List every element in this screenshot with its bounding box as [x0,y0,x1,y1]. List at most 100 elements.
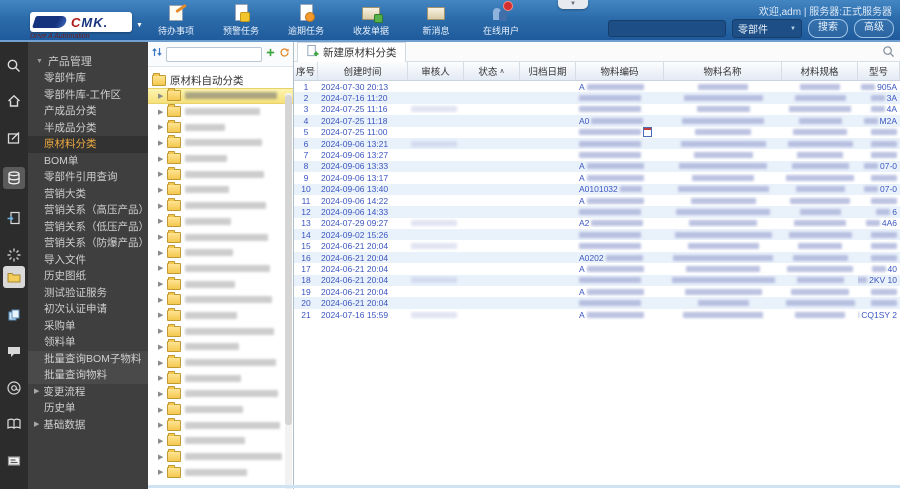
tree-item[interactable]: ▶ [148,307,293,324]
tree-item[interactable]: ▶ [148,182,293,198]
at-icon[interactable] [3,377,25,399]
search-button[interactable]: 搜索 [808,19,848,38]
sidebar-item-领料单[interactable]: 领料单 [28,334,148,351]
tree-item[interactable]: ▶ [148,417,293,433]
toolbar-item[interactable]: 逾期任务 [280,4,332,37]
sidebar-item-导入文件[interactable]: 导入文件 [28,252,148,269]
search-module-icon[interactable] [3,55,25,77]
toolbar-item[interactable]: 在线用户 [475,1,527,37]
tree-item[interactable]: ▶ [148,355,293,371]
table-row[interactable]: 18 2024-06-21 20:04 2KV 10 [294,274,900,287]
column-header-审核人[interactable]: 审核人 [408,62,464,80]
sidebar-item-零部件引用查询[interactable]: 零部件引用查询 [28,169,148,186]
database-icon[interactable] [3,167,25,189]
sidebar-item-批量查询BOM子物料[interactable]: 批量查询BOM子物料 [28,350,148,367]
new-material-category-button[interactable]: 新建原材料分类 [297,41,406,62]
table-row[interactable]: 10 2024-09-06 13:40 A0101032 07-0 [294,183,900,195]
sort-icon[interactable] [151,45,163,63]
table-row[interactable]: 12 2024-09-06 14:33 6 [294,206,900,218]
tree-item[interactable]: ▶ [148,245,293,261]
sidebar-section-product-mgmt[interactable]: ▼ 产品管理 [28,52,148,70]
column-header-物料名称[interactable]: 物料名称 [664,62,782,80]
sidebar-item-营销大类[interactable]: 营销大类 [28,186,148,203]
sidebar-item-零部件库[interactable]: 零部件库 [28,70,148,87]
toolbar-item[interactable]: 收发单据 [345,4,397,37]
tree-item[interactable]: ▶ [148,166,293,182]
sidebar-item-初次认证申请[interactable]: 初次认证申请 [28,301,148,318]
search-category-select[interactable]: 零部件 ▼ [732,19,802,38]
copy-pages-icon[interactable] [3,304,25,326]
grid-search-icon[interactable] [882,45,895,63]
sidebar-item-半成品分类[interactable]: 半成品分类 [28,120,148,137]
sidebar-item-历史单[interactable]: 历史单 [28,400,148,417]
book-icon[interactable] [3,413,25,435]
table-row[interactable]: 7 2024-09-06 13:27 [294,149,900,160]
tree-item[interactable]: ▶ [148,276,293,292]
tree-item[interactable]: ▶ [148,151,293,167]
sidebar-item-采购单[interactable]: 采购单 [28,318,148,335]
table-row[interactable]: 5 2024-07-25 11:00 [294,127,900,138]
sidebar-item-基础数据[interactable]: ▶ 基础数据 [28,417,148,434]
tree-item[interactable]: ▶ [148,135,293,151]
sidebar-item-零部件库-工作区[interactable]: 零部件库-工作区 [28,87,148,104]
tree-scrollbar[interactable]: ▼ [285,93,292,489]
column-header-材料规格[interactable]: 材料规格 [782,62,858,80]
tree-item[interactable]: ▶ [148,229,293,245]
tree-item[interactable]: ▶ [148,464,293,481]
sidebar-item-产成品分类[interactable]: 产成品分类 [28,103,148,120]
home-icon[interactable] [3,90,25,112]
tree-item[interactable]: ▶ [148,370,293,386]
chevron-down-icon[interactable]: ▼ [136,22,143,29]
tree-item[interactable]: ▶ [148,339,293,355]
table-row[interactable]: 4 2024-07-25 11:18 A0 M2A [294,115,900,127]
table-row[interactable]: 19 2024-06-21 20:04 A [294,286,900,297]
tree-item[interactable]: ▶ [148,433,293,449]
toolbar-item[interactable]: 待办事项 [150,4,202,37]
file-import-icon[interactable] [3,207,25,229]
table-row[interactable]: 17 2024-06-21 20:04 A 40 [294,263,900,274]
column-header-物料编码[interactable]: 物料编码 [576,62,664,80]
table-row[interactable]: 14 2024-09-02 15:26 [294,229,900,241]
sidebar-item-变更流程[interactable]: ▶ 变更流程 [28,384,148,401]
tree-item[interactable]: ▶ [148,386,293,402]
sidebar-item-批量查询物料[interactable]: 批量查询物料 [28,367,148,384]
table-row[interactable]: 20 2024-06-21 20:04 [294,297,900,309]
column-header-创建时间[interactable]: 创建时间 [318,62,408,80]
tree-item[interactable]: ▶ [148,449,293,465]
sidebar-item-营销关系（防爆产品）[interactable]: 营销关系（防爆产品） [28,235,148,252]
tree-item[interactable]: ▶ [148,323,293,339]
sidebar-item-营销关系（高压产品）[interactable]: 营销关系（高压产品） [28,202,148,219]
table-row[interactable]: 16 2024-06-21 20:04 A0202 [294,251,900,264]
advanced-button[interactable]: 高级 [854,19,894,38]
sidebar-item-测试验证服务[interactable]: 测试验证服务 [28,285,148,302]
tree-item[interactable]: ▶ [148,402,293,418]
table-row[interactable]: 9 2024-09-06 13:17 A [294,172,900,183]
table-row[interactable]: 2 2024-07-16 11:20 3A [294,92,900,104]
table-row[interactable]: 8 2024-09-06 13:33 A 07-0 [294,160,900,173]
spinner-icon[interactable] [3,244,25,266]
column-header-序号[interactable]: 序号 [294,62,318,80]
tree-item[interactable]: ▶ [148,292,293,308]
tree-root-node[interactable]: 原材料自动分类 [148,72,293,88]
tree-item[interactable]: ▶ [148,260,293,277]
toolbar-item[interactable]: 新消息 [410,4,462,37]
chat-icon[interactable] [3,340,25,362]
sidebar-item-BOM单[interactable]: BOM单 [28,153,148,170]
tree-item[interactable]: ▶ [148,198,293,214]
table-row[interactable]: 13 2024-07-29 09:27 A2 4A6 [294,218,900,229]
tree-refresh-icon[interactable] [279,45,290,63]
global-search-input[interactable] [608,20,726,37]
table-row[interactable]: 11 2024-09-06 14:22 A [294,195,900,206]
table-row[interactable]: 15 2024-06-21 20:04 [294,240,900,251]
folder-module-icon[interactable] [3,266,25,288]
card-icon[interactable] [3,450,25,472]
tree-item[interactable]: ▶ [148,119,293,135]
sidebar-item-历史图纸[interactable]: 历史图纸 [28,268,148,285]
table-row[interactable]: 6 2024-09-06 13:21 [294,137,900,150]
sidebar-item-原材料分类[interactable]: 原材料分类 [28,136,148,153]
tree-item[interactable]: ▶ [148,104,293,120]
collapse-handle[interactable]: ▼ [558,0,588,9]
edit-icon[interactable] [3,127,25,149]
table-row[interactable]: 3 2024-07-25 11:16 4A [294,104,900,115]
tree-item[interactable]: ▶ [148,88,293,104]
